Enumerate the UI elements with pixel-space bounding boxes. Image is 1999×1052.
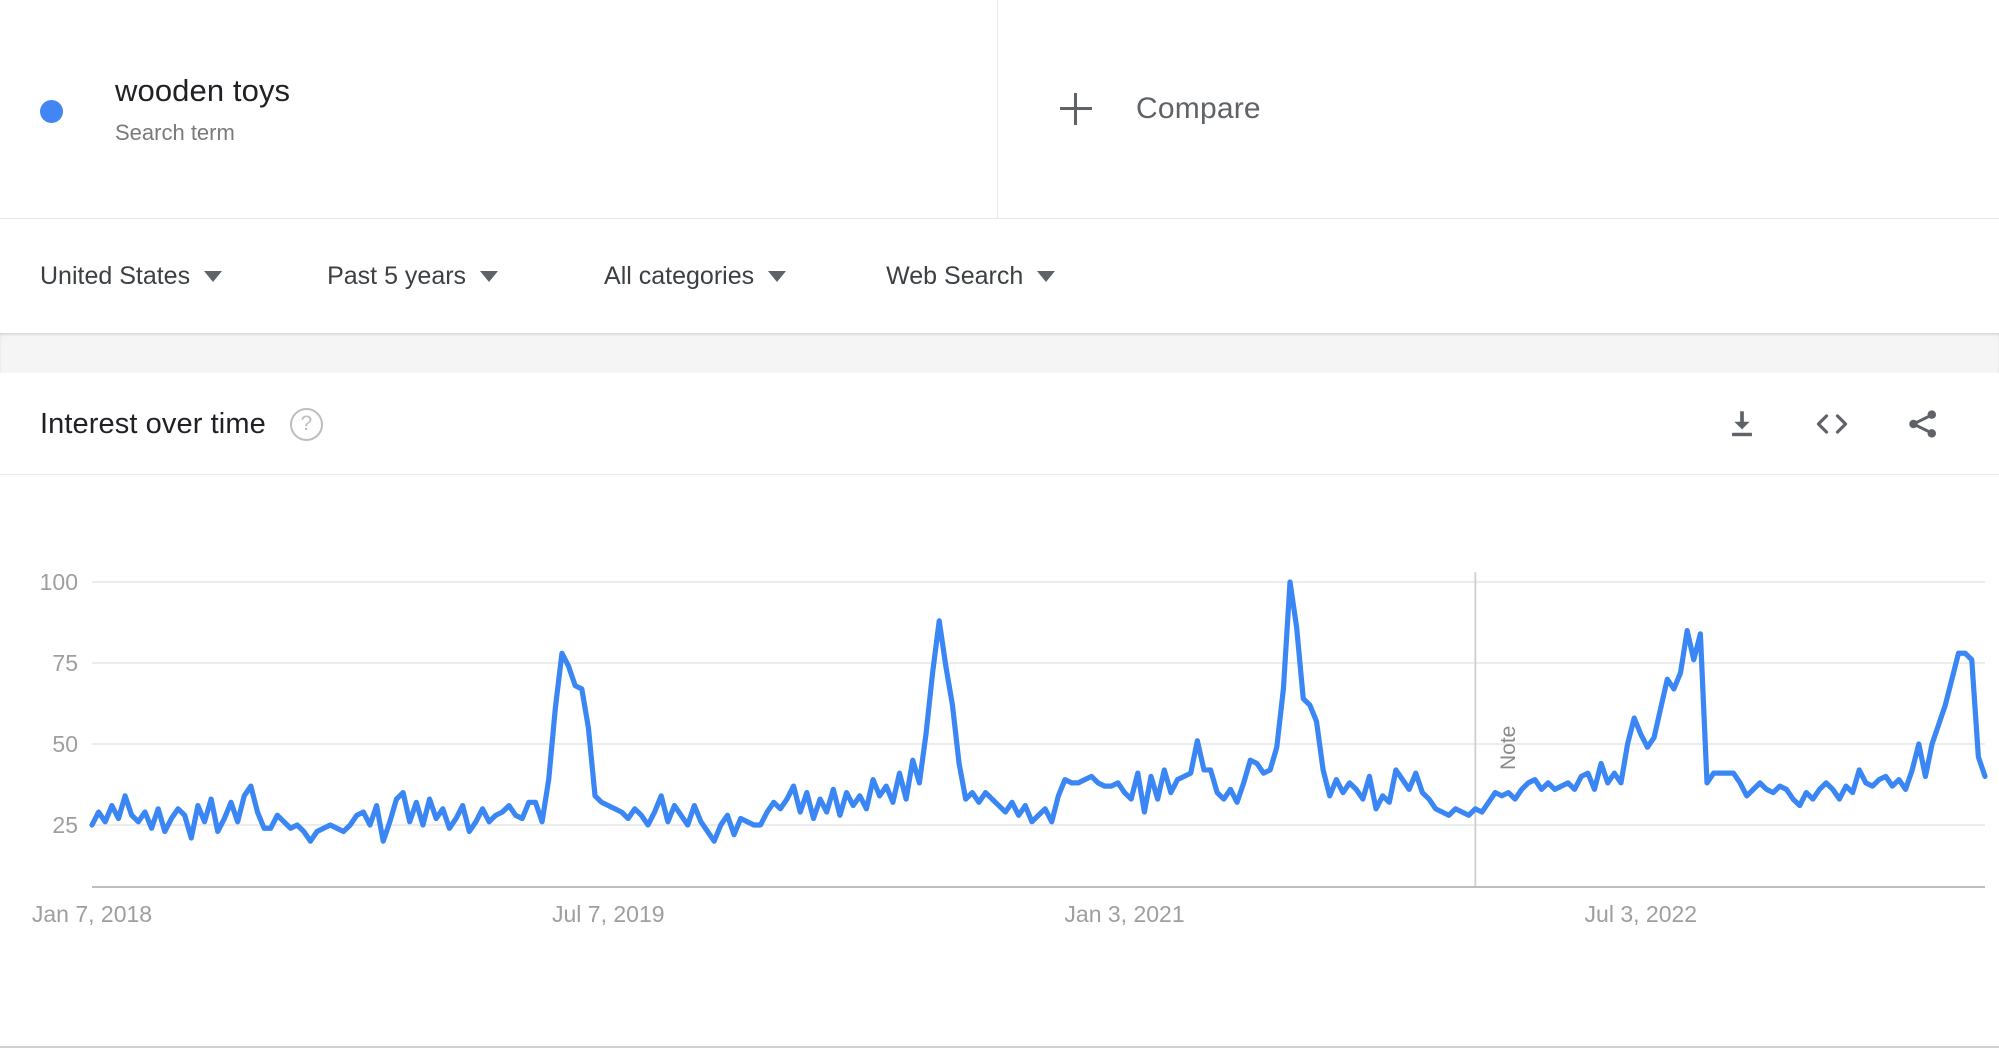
x-axis-tick-label: Jul 3, 2022 — [1585, 901, 1698, 927]
help-circle-icon[interactable]: ? — [289, 407, 323, 441]
trend-line-svg: 25 50 75 100 Jan 7, 2018 Jul 7, 2019 Jan 3, 20… — [32, 569, 1988, 927]
chevron-down-icon — [768, 270, 787, 282]
search-term-card[interactable]: wooden toys Search term — [0, 0, 998, 218]
filter-time-range[interactable]: Past 5 years — [327, 261, 499, 291]
note-annotation-label: Note — [1497, 725, 1521, 770]
filter-time-range-label: Past 5 years — [327, 261, 467, 290]
download-icon[interactable] — [1725, 407, 1759, 441]
y-axis-tick-label: 100 — [40, 569, 78, 595]
filter-category[interactable]: All categories — [604, 261, 787, 291]
filter-search-type-label: Web Search — [886, 261, 1024, 290]
card-actions — [1725, 407, 1941, 441]
search-term-type: Search term — [115, 119, 235, 145]
add-compare-button[interactable]: Compare — [1060, 92, 1261, 126]
y-axis-tick-label: 50 — [52, 731, 78, 757]
series-color-dot — [40, 99, 63, 123]
filter-location[interactable]: United States — [40, 261, 223, 291]
section-separator-band — [0, 333, 1999, 373]
google-trends-page: wooden toys Search term Compare United S… — [0, 0, 1999, 1052]
search-term-name: wooden toys — [115, 72, 291, 108]
card-header: Interest over time ? — [0, 373, 1999, 475]
filter-category-label: All categories — [604, 261, 755, 290]
compare-label: Compare — [1136, 92, 1261, 125]
plus-icon — [1060, 93, 1092, 125]
x-axis-tick-label: Jan 7, 2018 — [32, 901, 152, 927]
y-axis-tick-label: 25 — [52, 812, 78, 838]
chevron-down-icon — [204, 270, 223, 282]
interest-over-time-card: Interest over time ? 25 50 75 100 Jan 7,… — [0, 373, 1999, 1046]
filter-search-type[interactable]: Web Search — [886, 261, 1056, 291]
x-axis-tick-label: Jan 3, 2021 — [1064, 901, 1184, 927]
y-axis-tick-label: 75 — [52, 650, 78, 676]
search-term-bar: wooden toys Search term Compare — [0, 0, 1999, 218]
interest-over-time-chart[interactable]: 25 50 75 100 Jan 7, 2018 Jul 7, 2019 Jan 3, 20… — [0, 475, 1999, 1035]
chevron-down-icon — [480, 270, 499, 282]
x-axis-tick-label: Jul 7, 2019 — [552, 901, 665, 927]
card-title-wrap: Interest over time ? — [40, 407, 323, 441]
embed-code-icon[interactable] — [1813, 407, 1851, 441]
compare-cell: Compare — [998, 0, 1999, 218]
share-icon[interactable] — [1905, 407, 1941, 441]
page-bottom-divider — [0, 1046, 1999, 1048]
card-title: Interest over time — [40, 407, 266, 440]
filter-location-label: United States — [40, 261, 191, 290]
search-term-texts: wooden toys Search term — [115, 72, 290, 146]
filter-row: United States Past 5 years All categorie… — [0, 219, 1999, 333]
trend-line-series-wooden-toys — [89, 579, 1988, 844]
chevron-down-icon — [1037, 270, 1056, 282]
